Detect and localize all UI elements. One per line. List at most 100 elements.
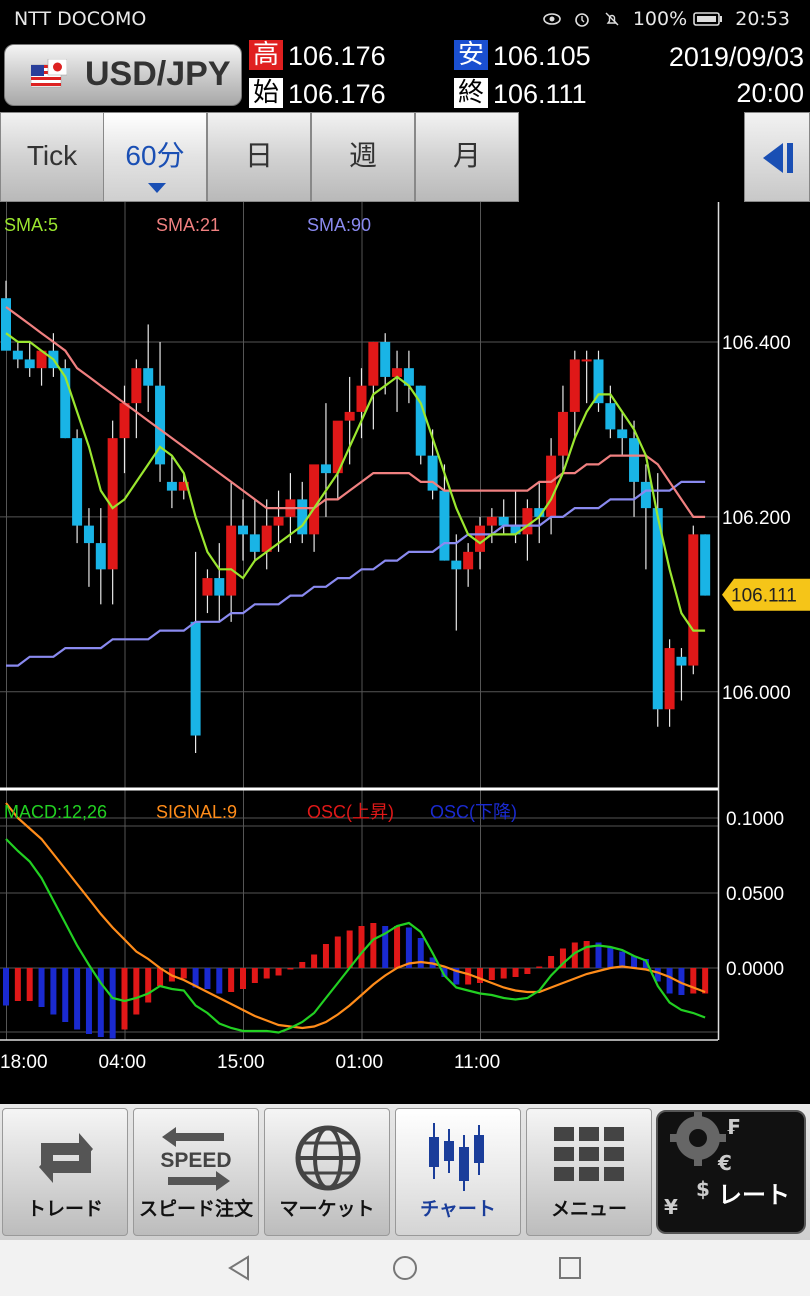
osc-bar-up bbox=[394, 926, 401, 968]
osc-bar-down bbox=[216, 968, 223, 994]
y-tick-label: 106.200 bbox=[722, 508, 791, 529]
tab-day[interactable]: 日 bbox=[207, 112, 311, 202]
candle-up bbox=[202, 578, 213, 596]
tab-60min[interactable]: 60分 bbox=[103, 112, 207, 202]
tab-60min-label: 60分 bbox=[125, 140, 185, 171]
osc-bar-up bbox=[583, 941, 590, 968]
osc-bar-up bbox=[299, 962, 306, 968]
candle-up bbox=[486, 516, 497, 526]
chevron-left-icon bbox=[763, 143, 793, 173]
tab-month[interactable]: 月 bbox=[415, 112, 519, 202]
close-label: 終 bbox=[454, 78, 488, 108]
tab-tick[interactable]: Tick bbox=[0, 112, 104, 202]
recents-icon[interactable] bbox=[555, 1253, 585, 1283]
back-icon[interactable] bbox=[224, 1253, 254, 1283]
x-tick-label: 15:00 bbox=[217, 1052, 265, 1073]
home-icon[interactable] bbox=[390, 1253, 420, 1283]
nav-trade[interactable]: トレード bbox=[2, 1108, 128, 1236]
candle-down bbox=[498, 516, 509, 526]
candle-down bbox=[12, 350, 23, 360]
osc-bar-up bbox=[287, 968, 294, 970]
tab-tick-label: Tick bbox=[26, 140, 78, 171]
legend-item: SMA:90 bbox=[307, 215, 371, 235]
carrier-name: NTT DOCOMO bbox=[14, 8, 147, 30]
candle-down bbox=[1, 298, 11, 351]
osc-bar-up bbox=[311, 954, 318, 968]
candle-down bbox=[166, 481, 177, 491]
nav-market-label: マーケット bbox=[279, 1198, 375, 1220]
eye-icon bbox=[542, 13, 561, 25]
candle-down bbox=[214, 578, 225, 596]
osc-bar-down bbox=[204, 968, 211, 989]
osc-bar-up bbox=[121, 968, 128, 1030]
osc-bar-up bbox=[275, 968, 282, 976]
candle-down bbox=[320, 464, 331, 474]
legend-item: MACD:12,26 bbox=[4, 802, 107, 822]
osc-bar-up bbox=[500, 968, 507, 979]
x-tick-label: 11:00 bbox=[454, 1052, 500, 1073]
tab-month-label: 月 bbox=[452, 140, 481, 171]
candle-up bbox=[463, 551, 474, 570]
collapse-panel-button[interactable] bbox=[744, 112, 810, 202]
quote-header: USD/JPY 高 106.176 始 106.176 安 106.105 終 … bbox=[0, 38, 810, 112]
nav-trade-label: トレード bbox=[26, 1198, 103, 1220]
candle-up bbox=[475, 525, 485, 552]
tab-week[interactable]: 週 bbox=[311, 112, 415, 202]
osc-bar-up bbox=[512, 968, 519, 977]
candle-down bbox=[190, 621, 201, 736]
candle-up bbox=[581, 359, 592, 362]
battery-icon bbox=[693, 12, 723, 26]
osc-bar-down bbox=[607, 947, 614, 968]
osc-bar-up bbox=[180, 968, 187, 979]
candle-down bbox=[640, 481, 651, 509]
candle-down bbox=[676, 656, 687, 666]
osc-bar-up bbox=[14, 968, 21, 1001]
high-label: 高 bbox=[249, 40, 283, 70]
nav-speed-order[interactable]: SPEED スピード注文 bbox=[133, 1108, 259, 1236]
osc-bar-up bbox=[690, 968, 697, 994]
current-price-label: 106.111 bbox=[731, 586, 797, 607]
trade-icon bbox=[39, 1133, 93, 1183]
candle-up bbox=[261, 525, 272, 552]
tab-day-label: 日 bbox=[244, 140, 273, 171]
currency-pair-button[interactable]: USD/JPY bbox=[4, 44, 242, 106]
chart-svg[interactable]: 106.400 106.200 106.000 0.1000 0.0500 0.0000 1… bbox=[0, 202, 810, 1102]
gear-currency-icon: ₣ € $ ¥ bbox=[664, 1112, 740, 1219]
candle-up bbox=[344, 411, 355, 421]
legend-item: SIGNAL:9 bbox=[156, 802, 237, 822]
osc-bar-up bbox=[702, 968, 709, 994]
low-label: 安 bbox=[454, 40, 488, 70]
nav-menu[interactable]: メニュー bbox=[526, 1108, 652, 1236]
chart-area[interactable]: 106.400 106.200 106.000 0.1000 0.0500 0.0000 1… bbox=[0, 202, 810, 1102]
osc-bar-up bbox=[465, 968, 472, 985]
osc-bar-down bbox=[38, 968, 45, 1007]
status-right: 100% 20:53 bbox=[542, 8, 790, 30]
osc-bar-up bbox=[334, 936, 341, 968]
high-value: 106.176 bbox=[288, 41, 386, 71]
caret-down-icon bbox=[148, 183, 166, 193]
nav-rate[interactable]: ₣ € $ ¥ レート bbox=[656, 1110, 806, 1234]
osc-bar-up bbox=[477, 968, 483, 983]
x-tick-label: 01:00 bbox=[336, 1052, 384, 1073]
candle-down bbox=[95, 543, 106, 570]
osc-bar-down bbox=[405, 927, 412, 968]
candle-up bbox=[356, 385, 367, 412]
clock: 20:53 bbox=[735, 8, 790, 30]
osc-bar-up bbox=[133, 968, 140, 1015]
y-tick-label: 0.0500 bbox=[726, 884, 784, 905]
candle-down bbox=[238, 525, 248, 535]
candle-up bbox=[522, 508, 533, 535]
timeframe-tabs: Tick 60分 日 週 月 bbox=[0, 112, 810, 202]
nav-chart[interactable]: チャート bbox=[395, 1108, 521, 1236]
osc-bar-up bbox=[548, 956, 555, 968]
candle-down bbox=[72, 438, 83, 526]
nav-market[interactable]: マーケット bbox=[264, 1108, 390, 1236]
nav-speed-order-label: スピード注文 bbox=[138, 1198, 253, 1220]
svg-text:$: $ bbox=[696, 1177, 710, 1201]
candle-down bbox=[380, 341, 391, 377]
osc-bar-up bbox=[536, 966, 543, 968]
candle-up bbox=[131, 368, 142, 404]
osc-bar-up bbox=[228, 968, 235, 992]
open-value: 106.176 bbox=[288, 79, 386, 109]
osc-bar-up bbox=[157, 968, 164, 986]
